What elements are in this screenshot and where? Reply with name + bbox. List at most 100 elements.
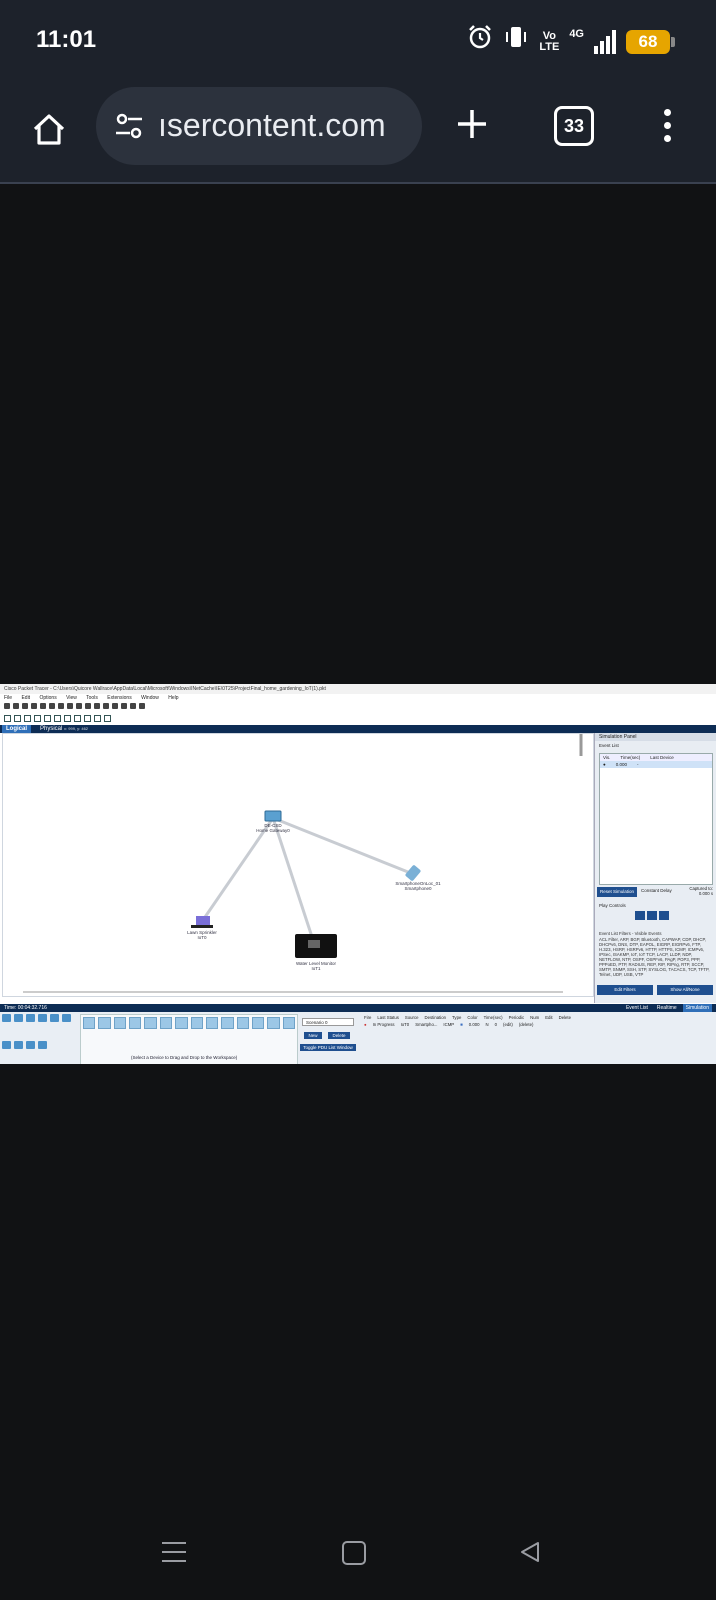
view-tab-bar: Logical Physical x: 999, y: 462 <box>0 725 716 733</box>
simulation-panel: Simulation Panel Event List Vis. Time(se… <box>594 733 716 1003</box>
wizard-icon[interactable] <box>40 703 46 709</box>
home-button[interactable] <box>26 106 72 152</box>
edit-filters-button[interactable]: Edit Filters <box>597 985 653 995</box>
new-icon[interactable] <box>4 703 10 709</box>
device-icon[interactable] <box>251 1017 265 1029</box>
show-all-none-button[interactable]: Show All/None <box>657 985 713 995</box>
device-icon[interactable] <box>205 1017 219 1029</box>
server-icon[interactable] <box>14 1040 23 1049</box>
zoom-reset-icon[interactable] <box>103 703 109 709</box>
network-type: 4G <box>569 27 584 40</box>
device-icon[interactable] <box>175 1017 188 1029</box>
add-complex-pdu-icon[interactable] <box>104 715 111 722</box>
add-pdu-icon[interactable] <box>94 715 101 722</box>
device-icon[interactable] <box>236 1017 249 1029</box>
tab-logical[interactable]: Logical <box>2 725 32 733</box>
lawn-sprinkler-icon <box>196 916 210 925</box>
connections-icon[interactable] <box>38 1014 47 1022</box>
device-icon[interactable] <box>144 1017 157 1029</box>
pdu-row[interactable]: ● In Progress IoT0 Smartpho... ICMP ■ 0.… <box>364 1021 714 1028</box>
reset-simulation-button[interactable]: Reset Simulation <box>597 887 637 897</box>
network-info-icon[interactable] <box>49 703 55 709</box>
redo-icon[interactable] <box>85 703 91 709</box>
event-row[interactable]: ● 0.000 - <box>600 761 712 768</box>
pc-icon[interactable] <box>2 1040 11 1049</box>
palette-icon[interactable] <box>121 703 127 709</box>
device-icon[interactable] <box>98 1017 111 1029</box>
delete-scenario-button[interactable]: Delete <box>328 1032 350 1039</box>
back-button[interactable] <box>518 1540 542 1564</box>
new-scenario-button[interactable]: New <box>304 1032 322 1039</box>
menu-options[interactable]: Options <box>39 695 56 701</box>
simulation-mode-button[interactable]: Simulation <box>682 1004 712 1012</box>
undo-icon[interactable] <box>76 703 82 709</box>
menu-tools[interactable]: Tools <box>86 695 98 701</box>
draw-rectangle-icon[interactable] <box>64 715 71 722</box>
device-icon[interactable] <box>129 1017 142 1029</box>
url-bar[interactable]: ısercontent.com <box>96 87 422 165</box>
menu-extensions[interactable]: Extensions <box>107 695 131 701</box>
inspect-icon[interactable] <box>14 715 21 722</box>
site-settings-icon[interactable] <box>112 109 146 143</box>
save-icon[interactable] <box>22 703 28 709</box>
home-nav-button[interactable] <box>342 1541 366 1565</box>
event-list-toggle[interactable]: Event List <box>623 1004 651 1012</box>
event-list-label: Event List <box>599 743 619 748</box>
device-icon[interactable] <box>159 1017 173 1029</box>
note-icon[interactable] <box>44 715 51 722</box>
draw-ellipse-icon[interactable] <box>74 715 81 722</box>
mode-switch: Event List Realtime Simulation <box>623 1004 712 1012</box>
tab-switcher-button[interactable]: 33 <box>554 106 594 146</box>
device-icon[interactable] <box>267 1017 280 1029</box>
misc-icon[interactable] <box>50 1014 59 1022</box>
tab-physical[interactable]: Physical x: 999, y: 462 <box>40 725 88 733</box>
toggle-pdu-list-button[interactable]: Toggle PDU List Window <box>300 1044 356 1051</box>
url-text[interactable]: ısercontent.com <box>158 107 386 144</box>
custom-device-icon[interactable] <box>139 703 145 709</box>
back-icon[interactable] <box>635 911 645 920</box>
device-icon[interactable] <box>113 1017 127 1029</box>
menu-window[interactable]: Window <box>141 695 159 701</box>
scenario-select[interactable]: Scenario 0 <box>302 1018 354 1026</box>
draw-line-icon[interactable] <box>54 715 61 722</box>
menu-view[interactable]: View <box>66 695 77 701</box>
zoom-in-icon[interactable] <box>94 703 100 709</box>
logical-workspace[interactable]: DE-CSD Home Gateway0 Lawn Sprinkler IoT0… <box>2 733 594 997</box>
delete-icon[interactable] <box>24 715 31 722</box>
drag-hint: (Select a Device to Drag and Drop to the… <box>131 1055 238 1060</box>
constant-delay-checkbox[interactable]: Constant Delay <box>641 888 672 893</box>
device-icon[interactable] <box>221 1017 234 1029</box>
components-icon[interactable] <box>26 1014 35 1022</box>
network-devices-icon[interactable] <box>2 1014 11 1022</box>
menu-edit[interactable]: Edit <box>21 695 30 701</box>
forward-icon[interactable] <box>659 911 669 920</box>
device-icon[interactable] <box>282 1017 296 1029</box>
realtime-mode-button[interactable]: Realtime <box>654 1004 680 1012</box>
menu-help[interactable]: Help <box>168 695 178 701</box>
drawing-toolbar <box>4 715 111 723</box>
device-selection-bar: (Select a Device to Drag and Drop to the… <box>0 1012 716 1064</box>
device-icon[interactable] <box>83 1017 96 1029</box>
multiuser-icon[interactable] <box>62 1014 71 1022</box>
device-icon[interactable] <box>190 1017 203 1029</box>
tablet-icon[interactable] <box>38 1040 47 1049</box>
play-icon[interactable] <box>647 911 657 920</box>
menu-file[interactable]: File <box>4 695 12 701</box>
zoom-out-icon[interactable] <box>112 703 118 709</box>
copy-icon[interactable] <box>58 703 64 709</box>
overflow-menu-button[interactable] <box>652 102 682 148</box>
select-icon[interactable] <box>4 715 11 722</box>
device-template-icon[interactable] <box>130 703 136 709</box>
new-tab-button[interactable] <box>450 102 494 146</box>
resize-icon[interactable] <box>34 715 41 722</box>
phone-icon[interactable] <box>26 1040 35 1049</box>
smartphone-label: SmartphoneOnLoc_01 Smartphone0 <box>395 881 441 891</box>
paste-icon[interactable] <box>67 703 73 709</box>
print-icon[interactable] <box>31 703 37 709</box>
end-devices-icon[interactable] <box>14 1014 23 1022</box>
freeform-icon[interactable] <box>84 715 91 722</box>
event-list-table[interactable]: Vis. Time(sec) Last Device ● 0.000 - <box>599 753 713 885</box>
battery-indicator: 68 <box>626 29 675 54</box>
recents-button[interactable] <box>162 1542 186 1562</box>
open-icon[interactable] <box>13 703 19 709</box>
